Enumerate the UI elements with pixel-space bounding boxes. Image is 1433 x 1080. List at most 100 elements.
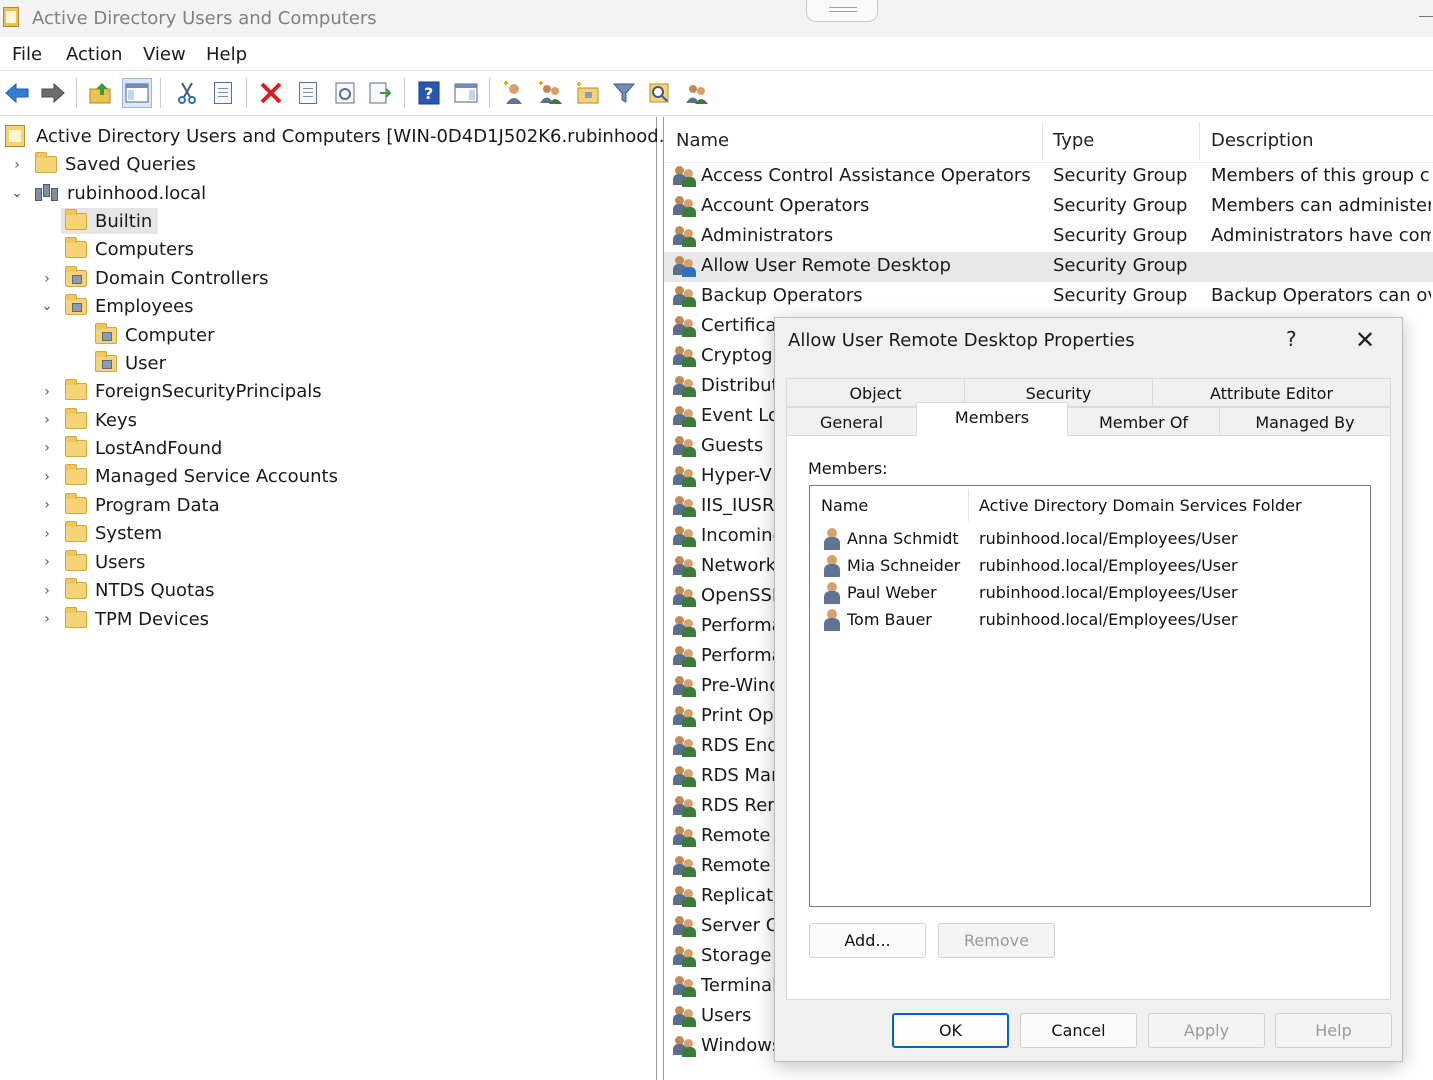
cut-icon[interactable] — [172, 78, 202, 108]
create-user-icon[interactable] — [499, 78, 529, 108]
apply-button[interactable]: Apply — [1148, 1013, 1265, 1048]
security-group-icon — [673, 735, 697, 757]
tree-item-domain[interactable]: rubinhood.local — [35, 180, 206, 206]
folder-icon — [65, 463, 87, 485]
chevron-right-icon[interactable]: › — [10, 155, 24, 175]
create-ou-icon[interactable] — [573, 78, 603, 108]
tree-item-domain-controllers[interactable]: Domain Controllers — [65, 265, 269, 291]
tab-attribute-editor[interactable]: Attribute Editor — [1152, 378, 1391, 407]
tree-item-system[interactable]: System — [65, 520, 162, 546]
cell-description: Members of this group c... — [1211, 165, 1431, 186]
cell-name: Access Control Assistance Operators — [701, 165, 1031, 186]
close-icon[interactable]: ✕ — [1355, 326, 1375, 354]
tab-general[interactable]: General — [786, 407, 917, 436]
members-list[interactable]: Name Active Directory Domain Services Fo… — [809, 485, 1371, 907]
security-group-icon — [673, 675, 697, 697]
list-row[interactable]: Allow User Remote Desktop Security Group … — [664, 252, 1433, 282]
find-icon[interactable] — [645, 78, 675, 108]
chevron-right-icon[interactable]: › — [40, 410, 54, 430]
tree-item-keys[interactable]: Keys — [65, 407, 137, 433]
security-group-icon — [673, 255, 697, 277]
tree-item-user[interactable]: User — [95, 350, 166, 376]
chevron-right-icon[interactable]: › — [40, 382, 54, 402]
show-hide-action-pane-icon[interactable] — [451, 78, 481, 108]
create-group-icon[interactable] — [536, 78, 566, 108]
help-button[interactable]: Help — [1275, 1013, 1392, 1048]
forward-arrow-icon[interactable] — [38, 78, 68, 108]
tree-item-users[interactable]: Users — [65, 549, 145, 575]
tree-item-employees[interactable]: Employees — [65, 293, 194, 319]
member-folder: rubinhood.local/Employees/User — [979, 610, 1238, 629]
members-column-name[interactable]: Name — [821, 496, 868, 515]
cell-name: Allow User Remote Desktop — [701, 255, 951, 276]
tree-root[interactable]: Active Directory Users and Computers [WI… — [5, 123, 713, 149]
tree-item-computers[interactable]: Computers — [65, 236, 194, 262]
chevron-right-icon[interactable]: › — [40, 269, 54, 289]
help-icon[interactable]: ? — [414, 78, 444, 108]
column-header-name[interactable]: Name — [676, 130, 729, 151]
list-row[interactable]: Backup Operators Security Group ... Backup… — [664, 282, 1433, 312]
menu-action[interactable]: Action — [66, 44, 122, 65]
ok-button[interactable]: OK — [892, 1013, 1009, 1048]
tree-item-managed-service-accounts[interactable]: Managed Service Accounts — [65, 463, 338, 489]
show-hide-console-tree-icon[interactable] — [122, 78, 152, 108]
member-row[interactable]: Paul Weber rubinhood.local/Employees/User — [810, 580, 1370, 606]
chevron-right-icon[interactable]: › — [40, 524, 54, 544]
list-row[interactable]: Access Control Assistance Operators Secur… — [664, 162, 1433, 192]
cell-type: Security Group ... — [1053, 255, 1193, 276]
minimize-icon[interactable] — [1419, 16, 1433, 17]
filter-icon[interactable] — [609, 78, 639, 108]
tree-item-lost-and-found[interactable]: LostAndFound — [65, 435, 222, 461]
back-arrow-icon[interactable] — [2, 78, 32, 108]
tree-item-tpm-devices[interactable]: TPM Devices — [65, 606, 209, 632]
column-header-type[interactable]: Type — [1053, 130, 1094, 151]
app-icon — [3, 7, 19, 27]
tree-item-foreign-security-principals[interactable]: ForeignSecurityPrincipals — [65, 378, 322, 404]
properties-icon[interactable] — [293, 78, 323, 108]
chevron-right-icon[interactable]: › — [40, 609, 54, 629]
refresh-icon[interactable] — [330, 78, 360, 108]
list-row[interactable]: Account Operators Security Group ... Membe… — [664, 192, 1433, 222]
menu-file[interactable]: File — [12, 44, 42, 65]
member-name: Anna Schmidt — [847, 529, 959, 548]
column-header-description[interactable]: Description — [1211, 130, 1314, 151]
security-group-icon — [673, 765, 697, 787]
chevron-right-icon[interactable]: › — [40, 552, 54, 572]
chevron-right-icon[interactable]: › — [40, 495, 54, 515]
member-name: Mia Schneider — [847, 556, 961, 575]
tree-item-ntds-quotas[interactable]: NTDS Quotas — [65, 577, 215, 603]
snap-layout-handle[interactable] — [806, 0, 878, 22]
members-column-folder[interactable]: Active Directory Domain Services Folder — [979, 496, 1302, 515]
cancel-button[interactable]: Cancel — [1020, 1013, 1137, 1048]
export-list-icon[interactable] — [366, 78, 396, 108]
tab-members[interactable]: Members — [916, 402, 1068, 436]
snapin-icon — [5, 125, 25, 147]
security-group-icon — [673, 375, 697, 397]
member-row[interactable]: Tom Bauer rubinhood.local/Employees/User — [810, 607, 1370, 633]
delete-icon[interactable] — [256, 78, 286, 108]
chevron-right-icon[interactable]: › — [40, 467, 54, 487]
tree-item-program-data[interactable]: Program Data — [65, 492, 220, 518]
copy-icon[interactable] — [208, 78, 238, 108]
list-row[interactable]: Administrators Security Group ... Administ… — [664, 222, 1433, 252]
add-to-group-icon[interactable] — [682, 78, 712, 108]
menu-view[interactable]: View — [143, 44, 186, 65]
tree-item-saved-queries[interactable]: Saved Queries — [35, 151, 196, 177]
tab-managed-by[interactable]: Managed By — [1219, 407, 1391, 436]
tree-item-builtin[interactable]: Builtin — [61, 208, 159, 234]
tree-item-computer[interactable]: Computer — [95, 322, 214, 348]
add-button[interactable]: Add... — [809, 923, 926, 958]
security-group-icon — [673, 705, 697, 727]
tab-member-of[interactable]: Member Of — [1067, 407, 1220, 436]
chevron-down-icon[interactable]: ⌄ — [10, 183, 24, 203]
member-row[interactable]: Mia Schneider rubinhood.local/Employees/U… — [810, 553, 1370, 579]
menu-help[interactable]: Help — [206, 44, 247, 65]
help-icon[interactable]: ? — [1286, 327, 1297, 351]
chevron-right-icon[interactable]: › — [40, 581, 54, 601]
chevron-right-icon[interactable]: › — [40, 438, 54, 458]
remove-button[interactable]: Remove — [938, 923, 1055, 958]
up-folder-icon[interactable] — [86, 78, 116, 108]
chevron-down-icon[interactable]: ⌄ — [40, 296, 54, 316]
menu-bar: File Action View Help — [0, 37, 1433, 71]
member-row[interactable]: Anna Schmidt rubinhood.local/Employees/Us… — [810, 526, 1370, 552]
